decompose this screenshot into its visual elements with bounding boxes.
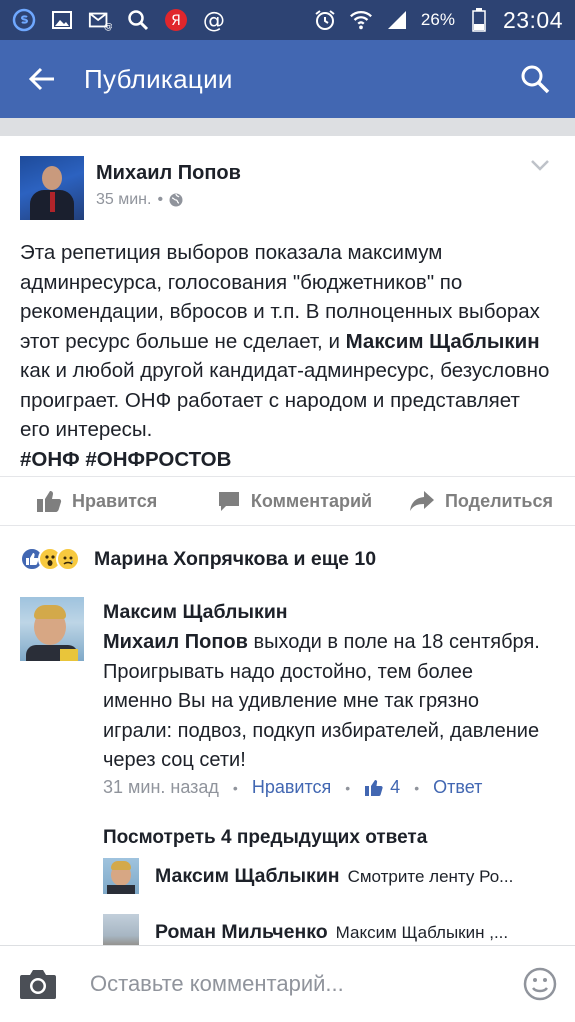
comment-timestamp: 31 мин. назад [103, 777, 219, 797]
search-icon [126, 8, 150, 32]
post-text-continued: как и любой другой кандидат-админресурс,… [20, 359, 550, 441]
comment-body: Максим Щаблыкин Михаил Попов выходи в по… [103, 601, 543, 776]
comment-reply-button[interactable]: Ответ [433, 777, 482, 798]
globe-icon [169, 193, 183, 207]
thumbs-up-icon [365, 779, 383, 796]
svg-text:Я: Я [171, 13, 181, 29]
svg-text:@: @ [203, 7, 225, 33]
comment-avatar[interactable] [20, 597, 84, 661]
search-button[interactable] [495, 40, 575, 118]
skype-icon [12, 8, 36, 32]
battery-icon [467, 8, 491, 32]
status-bar: @ Я @ 26% 23:04 [0, 0, 575, 40]
back-arrow-icon [28, 67, 54, 91]
battery-percent: 26% [420, 10, 455, 29]
comment-like-count[interactable]: 4 [364, 777, 400, 798]
post-timestamp[interactable]: 35 мин. [96, 191, 151, 209]
alarm-icon [313, 8, 337, 32]
wifi-icon [349, 8, 373, 32]
smiley-icon [523, 967, 557, 1001]
post-actions-bar: Нравится Комментарий Поделиться [0, 476, 575, 526]
comment-mention[interactable]: Михаил Попов [103, 631, 248, 653]
gallery-icon [50, 8, 74, 32]
separator-dot: • [414, 779, 420, 796]
reply-snippet: Смотрите ленту Ро... [347, 866, 514, 886]
clock: 23:04 [502, 6, 563, 33]
view-previous-replies-link[interactable]: Посмотреть 4 предыдущих ответа [103, 827, 427, 849]
post-hashtags[interactable]: #ОНФ #ОНФРОСТОВ [20, 448, 231, 471]
comment-author-name[interactable]: Максим Щаблыкин [103, 601, 543, 624]
separator-dot: • [345, 779, 351, 796]
comment-label: Комментарий [250, 490, 373, 511]
signal-icon [385, 8, 409, 32]
sad-reaction-icon [56, 547, 80, 571]
page-title: Публикации [84, 63, 233, 94]
camera-icon [20, 970, 56, 999]
emoji-button[interactable] [505, 946, 575, 1022]
post-menu-button[interactable] [527, 152, 553, 178]
comment-icon [218, 492, 239, 511]
feed-separator [0, 118, 575, 136]
chevron-down-icon [531, 160, 549, 171]
like-label: Нравится [72, 490, 158, 511]
mail-icon: @ [88, 8, 112, 32]
avatar[interactable] [20, 156, 84, 220]
comment-text: Михаил Попов выходи в поле на 18 сентябр… [103, 628, 543, 776]
search-icon [521, 65, 550, 94]
reply-item[interactable]: Максим Щаблыкин Смотрите ленту Ро... [103, 858, 563, 894]
post-mention[interactable]: Максим Щаблыкин [346, 330, 540, 353]
svg-text:@: @ [104, 21, 112, 32]
separator-dot: • [157, 191, 164, 208]
reactions-text: Марина Хопрячкова и еще 10 [94, 547, 377, 570]
share-icon [409, 491, 434, 511]
app-bar: Публикации [0, 40, 575, 118]
reply-avatar[interactable] [103, 858, 139, 894]
reactions-summary[interactable]: Марина Хопрячкова и еще 10 [0, 527, 575, 591]
comment-like-button[interactable]: Нравится [252, 777, 331, 798]
share-button[interactable]: Поделиться [381, 490, 575, 512]
at-icon: @ [202, 7, 226, 33]
separator-dot: • [232, 779, 238, 796]
yandex-icon: Я [164, 8, 188, 32]
reply-snippet: Максим Щаблыкин ,... [335, 922, 509, 942]
post-author-name[interactable]: Михаил Попов [96, 162, 241, 185]
back-button[interactable] [0, 40, 84, 118]
camera-button[interactable] [0, 946, 76, 1022]
comment-meta: 31 мин. назад • Нравится • 4 • Ответ [103, 777, 482, 798]
like-button[interactable]: Нравится [0, 489, 208, 513]
share-label: Поделиться [444, 490, 553, 511]
post-body: Эта репетиция выборов показала максимум … [0, 232, 575, 474]
comment-input[interactable] [90, 971, 505, 997]
comment-button[interactable]: Комментарий [208, 490, 380, 512]
reply-author-name[interactable]: Максим Щаблыкин [155, 865, 340, 887]
reply-author-name[interactable]: Роман Мильченко [155, 921, 328, 943]
post: Михаил Попов 35 мин. • Эта репетиция выб… [0, 136, 575, 526]
post-header: Михаил Попов 35 мин. • [0, 136, 575, 232]
thumbs-up-icon [37, 491, 62, 512]
comment-composer [0, 945, 575, 1022]
like-count-value: 4 [390, 777, 401, 797]
